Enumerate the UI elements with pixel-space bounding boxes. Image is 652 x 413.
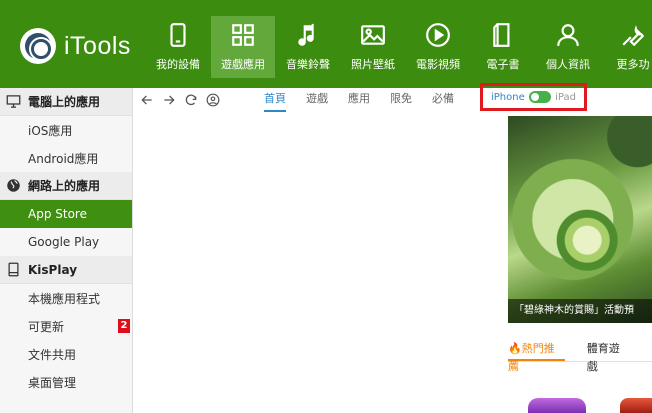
sidebar-section-computer-apps[interactable]: 電腦上的應用 [0,88,132,116]
store-tabs: 首頁 遊戲 應用 限免 必備 [264,88,474,112]
tab-hot-recommend[interactable]: 🔥熱門推薦 [508,340,565,373]
sidebar-section-kisplay[interactable]: KisPlay [0,256,132,284]
app-name: iTools [64,31,131,60]
sidebar-item-android-apps[interactable]: Android應用 [0,144,132,172]
tab-home[interactable]: 首頁 [264,88,286,112]
sidebar-item-google-play[interactable]: Google Play [0,228,132,256]
main-nav: 我的設備 遊戲應用 音樂鈴聲 照片壁紙 電影視頻 電子書 個人資訊 更多功 [146,16,652,78]
sidebar-item-ios-apps[interactable]: iOS應用 [0,116,132,144]
nav-personal-info[interactable]: 個人資訊 [536,16,600,78]
banner-caption: 「碧綠神木的賞賜」活動預 [508,299,652,323]
sidebar-section-title: 電腦上的應用 [28,95,101,109]
nav-label: 更多功 [616,58,650,71]
nav-photos-wallpapers[interactable]: 照片壁紙 [341,16,405,78]
top-bar: iTools 我的設備 遊戲應用 音樂鈴聲 照片壁紙 電影視頻 電子書 個人資訊… [0,0,652,88]
content-toolbar: 首頁 遊戲 應用 限免 必備 iPhone iPad [134,83,652,112]
person-icon [557,24,579,46]
nav-label: 音樂鈴聲 [286,58,330,71]
tab-games[interactable]: 遊戲 [306,88,328,112]
sidebar-section-online-apps[interactable]: 網路上的應用 [0,172,132,200]
monitor-icon [6,95,21,108]
sidebar-item-label: 可更新 [28,319,65,334]
forward-button[interactable] [160,91,178,109]
tab-apps[interactable]: 應用 [348,88,370,112]
sidebar-section-title: KisPlay [28,262,78,277]
back-button[interactable] [138,91,156,109]
sidebar-item-updatable[interactable]: 可更新 2 [0,312,132,340]
wrench-icon [622,25,645,47]
promo-banner[interactable]: 「碧綠神木的賞賜」活動預 [508,116,652,323]
play-circle-icon [426,23,450,47]
nav-label: 個人資訊 [546,58,590,71]
refresh-button[interactable] [182,91,200,109]
nav-label: 電影視頻 [416,58,460,71]
account-button[interactable] [204,91,222,109]
section-tabs: 🔥熱門推薦 體育遊戲 [508,340,652,373]
sidebar-item-local-apps[interactable]: 本機應用程式 [0,284,132,312]
device-switch-highlight: iPhone iPad [480,83,587,111]
app-logo: iTools [20,28,131,64]
nav-games-apps[interactable]: 遊戲應用 [211,16,275,78]
nav-label: 照片壁紙 [351,58,395,71]
arrow-left-icon [141,95,152,105]
sidebar: 電腦上的應用 iOS應用 Android應用 網路上的應用 App Store … [0,88,133,413]
phone-icon [170,23,186,47]
sidebar-item-file-sharing[interactable]: 文件共用 [0,340,132,368]
image-icon [361,25,385,45]
tablet-icon [8,262,19,277]
tab-sports-games[interactable]: 體育遊戲 [587,340,630,373]
update-count-badge: 2 [118,319,130,333]
user-circle-icon [206,93,220,107]
flame-icon: 🔥 [508,342,522,355]
grid-icon [232,24,254,46]
nav-music-ringtones[interactable]: 音樂鈴聲 [276,16,340,78]
refresh-icon [185,94,197,106]
device-toggle[interactable] [528,91,551,103]
tab-essentials[interactable]: 必備 [432,88,454,112]
tab-free-limited[interactable]: 限免 [390,88,412,112]
sidebar-item-app-store[interactable]: App Store [0,200,132,228]
iphone-label[interactable]: iPhone [491,92,525,103]
nav-more-functions[interactable]: 更多功 [601,16,652,78]
arrow-right-icon [164,95,175,105]
nav-label: 我的設備 [156,58,200,71]
sidebar-section-title: 網路上的應用 [28,179,101,193]
nav-label: 電子書 [486,58,520,71]
nav-my-device[interactable]: 我的設備 [146,16,210,78]
sidebar-item-desktop-management[interactable]: 桌面管理 [0,368,132,396]
nav-label: 遊戲應用 [221,58,265,71]
globe-icon [7,179,20,192]
app-thumbnail[interactable] [528,398,586,413]
app-thumbnail[interactable] [620,398,652,413]
nav-ebooks[interactable]: 電子書 [471,16,535,78]
nav-movies-videos[interactable]: 電影視頻 [406,16,470,78]
itools-logo-icon [20,28,56,64]
book-icon [493,23,510,47]
ipad-label[interactable]: iPad [555,92,576,103]
music-note-icon [298,23,314,46]
